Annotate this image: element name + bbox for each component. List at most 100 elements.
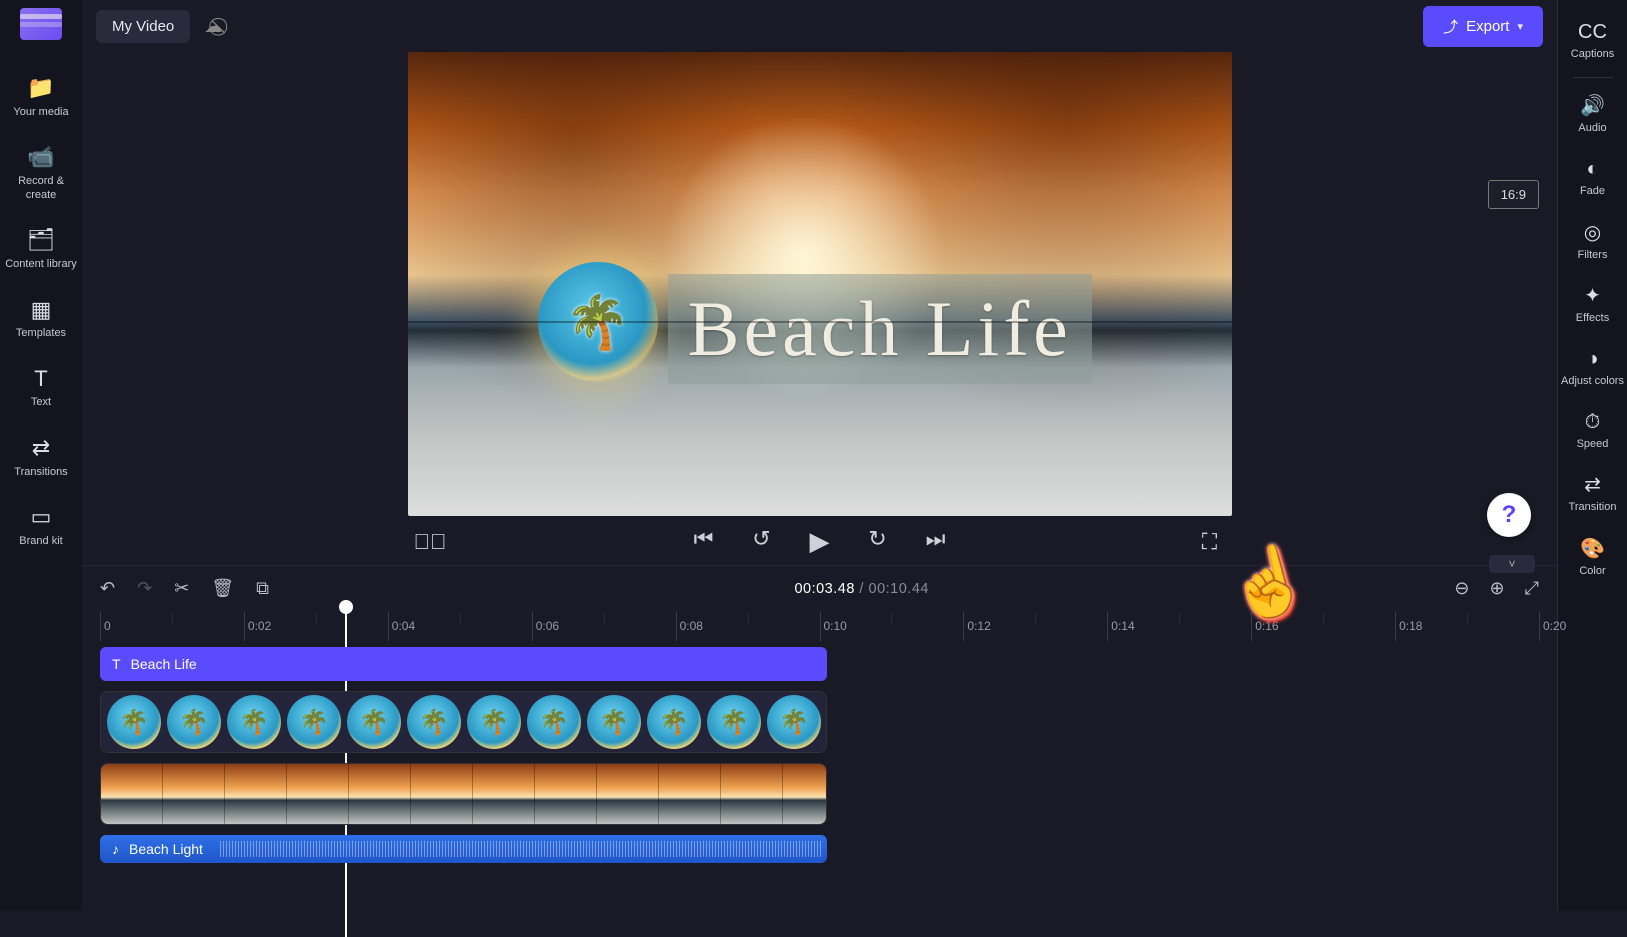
collapse-preview-icon[interactable]: ˅ bbox=[1489, 555, 1535, 573]
video-thumb bbox=[163, 763, 225, 825]
overlay-thumb: 🌴 bbox=[287, 695, 341, 749]
overlay-thumb: 🌴 bbox=[167, 695, 221, 749]
panel-audio[interactable]: 🔊 Audio bbox=[1558, 84, 1627, 145]
nav-transitions[interactable]: ⇄ Transitions bbox=[0, 424, 82, 489]
nav-label: Text bbox=[31, 396, 51, 410]
rewind-5-icon[interactable]: ↺ bbox=[746, 526, 778, 557]
video-thumb bbox=[659, 763, 721, 825]
ruler-tick-label: 0:12 bbox=[967, 619, 990, 633]
nav-templates[interactable]: ▦ Templates bbox=[0, 286, 82, 351]
safe-zone-toggle-icon[interactable]: ▢⃠ bbox=[414, 529, 446, 555]
chevron-down-icon: ▾ bbox=[1517, 20, 1523, 33]
aspect-ratio-button[interactable]: 16:9 bbox=[1488, 180, 1539, 209]
forward-5-icon[interactable]: ↻ bbox=[862, 526, 894, 557]
nav-text[interactable]: T Text bbox=[0, 355, 82, 420]
overlay-thumb: 🌴 bbox=[587, 695, 641, 749]
music-note-icon: ♪ bbox=[112, 841, 119, 857]
nav-record-create[interactable]: 📹 Record & create bbox=[0, 133, 82, 212]
speaker-icon: 🔊 bbox=[1580, 94, 1605, 118]
text-track-clip[interactable]: T Beach Life bbox=[100, 647, 827, 681]
panel-effects[interactable]: ✦ Effects bbox=[1558, 274, 1627, 335]
nav-content-library[interactable]: 🗂 Content library bbox=[0, 216, 82, 281]
audio-clip-label: Beach Light bbox=[129, 841, 203, 857]
color-icon: 🎨 bbox=[1580, 537, 1605, 561]
audio-track-clip[interactable]: ♪ Beach Light bbox=[100, 835, 827, 863]
overlay-thumb: 🌴 bbox=[527, 695, 581, 749]
panel-speed[interactable]: ⏱ Speed bbox=[1558, 400, 1627, 461]
panel-filters[interactable]: ◎ Filters bbox=[1558, 211, 1627, 272]
text-clip-label: Beach Life bbox=[131, 656, 197, 672]
zoom-in-icon[interactable]: ⊕ bbox=[1490, 578, 1505, 599]
export-button[interactable]: ⤴ Export ▾ bbox=[1423, 6, 1543, 47]
time-separator: / bbox=[855, 581, 869, 597]
play-icon[interactable]: ▶ bbox=[804, 526, 836, 557]
video-thumb bbox=[287, 763, 349, 825]
project-title[interactable]: My Video bbox=[96, 10, 190, 43]
filters-icon: ◎ bbox=[1584, 221, 1601, 245]
folder-icon: 📁 bbox=[27, 74, 54, 102]
ruler-tick-label: 0:20 bbox=[1543, 619, 1566, 633]
help-button[interactable]: ? bbox=[1487, 493, 1531, 537]
nav-your-media[interactable]: 📁 Your media bbox=[0, 64, 82, 129]
panel-label: Speed bbox=[1577, 438, 1609, 451]
zoom-out-icon[interactable]: ⊖ bbox=[1454, 578, 1469, 599]
panel-label: Captions bbox=[1571, 48, 1614, 61]
video-thumb bbox=[473, 763, 535, 825]
video-thumb bbox=[411, 763, 473, 825]
ruler-tick-label: 0:16 bbox=[1255, 619, 1278, 633]
skip-back-icon[interactable]: ⏮ bbox=[688, 526, 720, 557]
nav-label: Your media bbox=[13, 106, 68, 120]
timeline-tracks: T Beach Life 🌴🌴🌴🌴🌴🌴🌴🌴🌴🌴🌴🌴 ♪ Beach Light bbox=[82, 641, 1557, 875]
overlay-track-clip[interactable]: 🌴🌴🌴🌴🌴🌴🌴🌴🌴🌴🌴🌴 bbox=[100, 691, 827, 753]
overlay-thumb: 🌴 bbox=[467, 695, 521, 749]
overlay-thumb: 🌴 bbox=[227, 695, 281, 749]
cloud-sync-icon[interactable]: ☁︎⃠ bbox=[204, 16, 222, 37]
video-preview[interactable]: 🌴 Beach Life bbox=[408, 52, 1232, 516]
text-clip-icon: T bbox=[112, 656, 121, 672]
video-thumb bbox=[721, 763, 783, 825]
nav-brand-kit[interactable]: ▭ Brand kit bbox=[0, 493, 82, 558]
timeline-ruler[interactable]: 00:020:040:060:080:100:120:140:160:180:2… bbox=[82, 611, 1557, 641]
nav-label: Record & create bbox=[4, 175, 78, 203]
grid-icon: ▦ bbox=[31, 296, 52, 324]
total-time: 00:10.44 bbox=[869, 581, 929, 597]
ruler-tick-label: 0:08 bbox=[680, 619, 703, 633]
skip-forward-icon[interactable]: ⏭ bbox=[920, 526, 952, 557]
overlay-thumb: 🌴 bbox=[767, 695, 821, 749]
redo-icon[interactable]: ↷ bbox=[137, 578, 152, 599]
palm-icon: 🌴 bbox=[565, 292, 630, 353]
fade-icon: ◐ bbox=[1586, 157, 1598, 181]
transitions-icon: ⇄ bbox=[32, 434, 50, 462]
panel-fade[interactable]: ◐ Fade bbox=[1558, 147, 1627, 208]
split-icon[interactable]: ✂ bbox=[174, 578, 189, 599]
video-track-clip[interactable] bbox=[100, 763, 827, 825]
upload-icon: ⤴ bbox=[1443, 16, 1458, 37]
overlay-title: Beach Life bbox=[668, 274, 1092, 384]
ruler-tick-label: 0:06 bbox=[536, 619, 559, 633]
adjust-colors-icon: ◑ bbox=[1586, 347, 1598, 371]
library-icon: 🗂 bbox=[27, 226, 55, 254]
camera-icon: 📹 bbox=[27, 143, 54, 171]
transition-icon: ⇄ bbox=[1584, 473, 1601, 497]
video-thumb bbox=[101, 763, 163, 825]
panel-color[interactable]: 🎨 Color bbox=[1558, 527, 1627, 588]
panel-transition[interactable]: ⇄ Transition bbox=[1558, 463, 1627, 524]
captions-icon: CC bbox=[1578, 20, 1607, 44]
panel-adjust-colors[interactable]: ◑ Adjust colors bbox=[1558, 337, 1627, 398]
main-area: My Video ☁︎⃠ ⤴ Export ▾ 16:9 🌴 Beach Lif… bbox=[82, 0, 1557, 911]
panel-label: Effects bbox=[1576, 312, 1609, 325]
app-logo[interactable] bbox=[20, 8, 62, 40]
text-icon: T bbox=[34, 365, 47, 393]
panel-label: Color bbox=[1579, 565, 1605, 578]
nav-label: Brand kit bbox=[19, 535, 62, 549]
panel-label: Audio bbox=[1578, 122, 1606, 135]
playback-controls: ▢⃠ ⏮ ↺ ▶ ↻ ⏭ ⛶ bbox=[408, 516, 1232, 557]
fullscreen-icon[interactable]: ⛶ bbox=[1194, 529, 1226, 555]
panel-captions[interactable]: CC Captions bbox=[1558, 10, 1627, 71]
video-thumb bbox=[597, 763, 659, 825]
panel-label: Filters bbox=[1578, 249, 1608, 262]
delete-icon[interactable]: 🗑 bbox=[211, 578, 234, 599]
undo-icon[interactable]: ↶ bbox=[100, 578, 115, 599]
duplicate-icon[interactable]: ⧉ bbox=[256, 578, 269, 599]
zoom-fit-icon[interactable]: ⤢ bbox=[1525, 578, 1539, 599]
